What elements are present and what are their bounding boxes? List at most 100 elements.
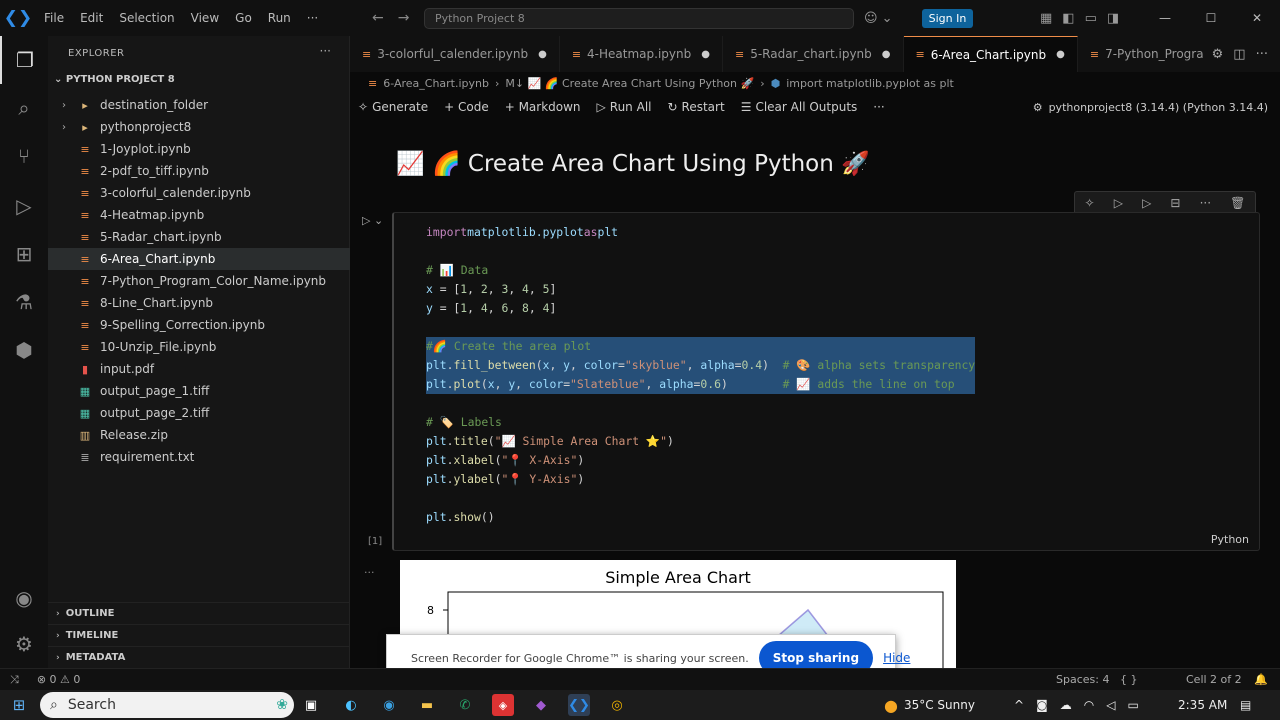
app-icon-red[interactable]: ◈ [492,694,514,716]
clear-outputs-button[interactable]: ☰ Clear All Outputs [741,100,858,114]
code-line[interactable]: # 🏷️ Labels [426,413,975,432]
code-line[interactable]: plt. xlabel("📍 X-Axis") [426,451,975,470]
task-view-icon[interactable]: ▣ [300,694,322,716]
explorer-item[interactable]: ≡ 8-Line_Chart.ipynb [48,292,350,314]
explorer-item[interactable]: ≡ 3-colorful_calender.ipynb [48,182,350,204]
explorer-item[interactable]: › ▸ destination_folder [48,94,350,116]
cell-ai-icon[interactable]: ✧ [1085,196,1095,210]
cell-indicator[interactable]: Cell 2 of 2 [1186,673,1242,686]
hide-link[interactable]: Hide [883,651,910,665]
teams-icon[interactable]: ◆ [530,694,552,716]
code-line[interactable] [426,242,975,261]
notifications-icon[interactable]: 🔔 [1254,673,1268,686]
vscode-taskbar-icon[interactable]: ❮❯ [568,694,590,716]
tab-1[interactable]: ≡ 4-Heatmap.ipynb ● [560,36,723,72]
explorer-item[interactable]: ≣ requirement.txt [48,446,350,468]
clock[interactable]: 2:35 AM [1178,690,1227,720]
close-icon[interactable]: ✕ [1234,0,1280,36]
code-line[interactable]: #🌈 Create the area plot [426,337,976,356]
tab-0[interactable]: ≡ 3-colorful_calender.ipynb ● [350,36,560,72]
code-line[interactable]: plt. show() [426,508,975,527]
generate-button[interactable]: ✧ Generate [358,100,428,114]
menu-item[interactable]: File [36,11,72,25]
explorer-item[interactable]: ≡ 10-Unzip_File.ipynb [48,336,350,358]
explorer-item[interactable]: ≡ 5-Radar_chart.ipynb [48,226,350,248]
forward-arrow-icon[interactable]: → [398,10,410,26]
volume-icon[interactable]: ◁ [1106,698,1115,712]
markdown-heading[interactable]: 📈 🌈 Create Area Chart Using Python 🚀 [396,150,870,177]
battery-icon[interactable]: ▭ [1127,698,1138,712]
menu-item[interactable]: Run [260,11,299,25]
cell-more-icon[interactable]: ··· [1200,196,1211,210]
unsaved-dot-icon[interactable]: ● [882,49,891,60]
code-line[interactable] [426,489,975,508]
tray-chevron-icon[interactable]: ^ [1014,698,1024,712]
source-control-icon[interactable]: ⑂ [0,132,48,180]
split-editor-icon[interactable]: ◫ [1233,47,1245,62]
sign-in-button[interactable]: Sign In [922,9,973,28]
kernel-picker[interactable]: ⚙ pythonproject8 (3.14.4) (Python 3.14.4) [1033,94,1268,120]
explorer-item[interactable]: ≡ 7-Python_Program_Color_Name.ipynb [48,270,350,292]
more-actions-icon[interactable]: ··· [320,44,331,58]
maximize-icon[interactable]: ☐ [1188,0,1234,36]
search-icon[interactable]: ⌕ [0,84,48,132]
output-more-icon[interactable]: ··· [364,566,375,579]
copilot-icon[interactable]: ☺ ⌄ [864,0,893,36]
toggle-secondary-icon[interactable]: ◨ [1107,11,1119,26]
project-folder-header[interactable]: ⌄ PYTHON PROJECT 8 [54,74,175,85]
wifi-icon[interactable]: ◠ [1084,698,1094,712]
code-line[interactable] [426,394,975,413]
breadcrumb-markdown[interactable]: M↓ 📈 🌈 Create Area Chart Using Python 🚀 [505,77,754,90]
toolbar-more-icon[interactable]: ··· [873,100,884,114]
code-line[interactable]: import matplotlib.pyplot as plt [426,223,975,242]
weather-widget[interactable]: ● 35°C Sunny [884,690,975,720]
sidebar-section-metadata[interactable]: › METADATA [48,646,350,668]
run-cell-button[interactable]: ▷ ⌄ [362,214,383,227]
more-icon[interactable]: ··· [1256,47,1268,62]
tab-2[interactable]: ≡ 5-Radar_chart.ipynb ● [723,36,904,72]
tab-3[interactable]: ≡ 6-Area_Chart.ipynb ● [903,36,1078,72]
explorer-item[interactable]: ▮ input.pdf [48,358,350,380]
code-cell[interactable]: import matplotlib.pyplot as plt # 📊 Data… [392,212,1260,551]
code-line[interactable]: y = [1, 4, 6, 8, 4] [426,299,975,318]
unsaved-dot-icon[interactable]: ● [538,49,547,60]
explorer-item[interactable]: ≡ 1-Joyplot.ipynb [48,138,350,160]
menu-item[interactable]: Go [227,11,260,25]
toggle-sidebar-icon[interactable]: ◧ [1062,11,1074,26]
sidebar-section-timeline[interactable]: › TIMELINE [48,624,350,646]
add-code-button[interactable]: + Code [444,100,489,114]
breadcrumb-cell[interactable]: import matplotlib.pyplot as plt [786,77,954,90]
settings-gear-icon[interactable]: ⚙ [0,620,48,668]
whatsapp-icon[interactable]: ✆ [454,694,476,716]
windows-start-icon[interactable]: ⊞ [8,694,30,716]
run-below-icon[interactable]: ▷ [1142,196,1151,210]
code-line[interactable]: plt. fill_between(x, y, color = "skyblue", … [426,356,976,375]
explorer-item[interactable]: › ▸ pythonproject8 [48,116,350,138]
notification-center-icon[interactable]: ▤ [1240,690,1251,720]
problems-indicator[interactable]: ⊗ 0 ⚠ 0 [37,673,81,686]
explorer-item[interactable]: ≡ 6-Area_Chart.ipynb [48,248,350,270]
extensions-icon[interactable]: ⊞ [0,230,48,278]
chrome-icon[interactable]: ◎ [606,694,628,716]
run-above-icon[interactable]: ▷ [1114,196,1123,210]
network-icon[interactable]: ☁ [1060,698,1072,712]
explorer-item[interactable]: ▦ output_page_2.tiff [48,402,350,424]
code-line[interactable]: plt. ylabel("📍 Y-Axis") [426,470,975,489]
settings-icon[interactable]: ⚙ [1212,47,1224,62]
tray-app-icon[interactable]: ◙ [1036,698,1048,712]
toggle-panel-icon[interactable]: ▭ [1085,11,1097,26]
explorer-item[interactable]: ▦ output_page_1.tiff [48,380,350,402]
spaces-indicator[interactable]: Spaces: 4 [1056,673,1109,686]
unsaved-dot-icon[interactable]: ● [1056,49,1065,60]
account-icon[interactable]: ◉ [0,574,48,622]
menu-item[interactable]: ··· [299,11,326,25]
explorer-item[interactable]: ≡ 4-Heatmap.ipynb [48,204,350,226]
explorer-item[interactable]: ≡ 9-Spelling_Correction.ipynb [48,314,350,336]
copilot-app-icon[interactable]: ◐ [340,694,362,716]
command-center-search[interactable]: Python Project 8 [424,8,854,29]
code-editor[interactable]: import matplotlib.pyplot as plt # 📊 Data… [426,223,976,527]
code-line[interactable]: x = [1, 2, 3, 4, 5] [426,280,975,299]
tab-4[interactable]: ≡ 7-Python_Progra [1078,36,1217,72]
delete-cell-icon[interactable]: 🗑 [1230,196,1245,210]
code-line[interactable] [426,318,975,337]
